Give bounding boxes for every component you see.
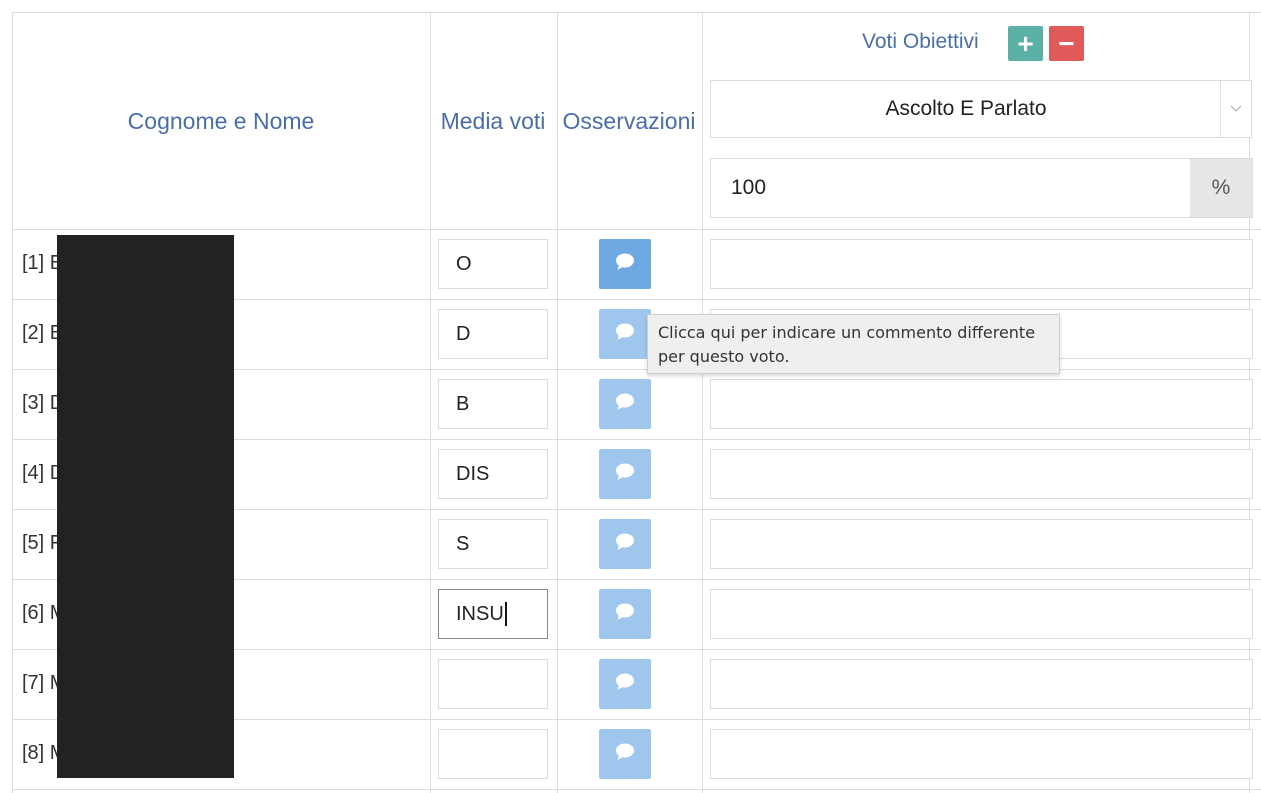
speech-bubble-icon xyxy=(614,322,636,347)
minus-icon: − xyxy=(1058,27,1075,59)
objective-grade-input[interactable] xyxy=(710,729,1253,779)
media-voti-input[interactable]: DIS xyxy=(438,449,548,499)
media-voti-input[interactable]: INSU xyxy=(438,589,548,639)
header-media-voti: Media voti xyxy=(440,107,546,134)
speech-bubble-icon xyxy=(614,742,636,767)
media-voti-input[interactable]: D xyxy=(438,309,548,359)
media-voti-value: O xyxy=(456,252,472,275)
objective-weight-input[interactable]: 100 xyxy=(711,159,1190,217)
objective-grade-input[interactable] xyxy=(710,519,1253,569)
media-voti-value: D xyxy=(456,322,471,345)
comment-button[interactable] xyxy=(599,519,651,569)
objective-grade-input[interactable] xyxy=(710,659,1253,709)
objective-grade-input[interactable] xyxy=(710,449,1253,499)
col-divider xyxy=(702,13,703,793)
comment-button[interactable] xyxy=(599,589,651,639)
speech-bubble-icon xyxy=(614,602,636,627)
text-cursor xyxy=(504,602,507,626)
media-voti-input[interactable]: B xyxy=(438,379,548,429)
speech-bubble-icon xyxy=(614,392,636,417)
plus-icon: + xyxy=(1017,27,1034,59)
objective-grade-input[interactable] xyxy=(710,239,1253,289)
media-voti-value: INSU xyxy=(456,602,504,625)
media-voti-value: S xyxy=(456,532,470,555)
media-voti-value: B xyxy=(456,392,470,415)
redacted-names xyxy=(57,235,234,778)
header-cognome-nome: Cognome e Nome xyxy=(127,107,315,134)
remove-objective-button[interactable]: − xyxy=(1049,26,1084,61)
speech-bubble-icon xyxy=(614,462,636,487)
objective-weight-group: 100 % xyxy=(710,158,1253,218)
add-objective-button[interactable]: + xyxy=(1008,26,1043,61)
header-osservazioni: Osservazioni xyxy=(562,107,696,134)
header-voti-obiettivi: Voti Obiettivi xyxy=(862,30,979,53)
comment-button[interactable] xyxy=(599,379,651,429)
media-voti-input[interactable]: S xyxy=(438,519,548,569)
objective-grade-input[interactable] xyxy=(710,589,1253,639)
tooltip-line-2: per questo voto. xyxy=(658,347,790,366)
media-voti-input[interactable]: O xyxy=(438,239,548,289)
tooltip-line-1: Clicca qui per indicare un commento diff… xyxy=(658,323,1036,342)
media-voti-input[interactable] xyxy=(438,729,548,779)
speech-bubble-icon xyxy=(614,252,636,277)
comment-button[interactable] xyxy=(599,449,651,499)
media-voti-input[interactable] xyxy=(438,659,548,709)
comment-button[interactable] xyxy=(599,659,651,709)
media-voti-value: DIS xyxy=(456,462,490,485)
objective-select[interactable]: Ascolto E Parlato xyxy=(710,80,1252,138)
chevron-down-icon xyxy=(1220,81,1251,137)
comment-button[interactable] xyxy=(599,309,651,359)
speech-bubble-icon xyxy=(614,532,636,557)
objective-select-value: Ascolto E Parlato xyxy=(885,97,1047,120)
student-name: [5] F xyxy=(22,532,63,554)
speech-bubble-icon xyxy=(614,672,636,697)
row-divider xyxy=(13,789,1261,790)
comment-tooltip: Clicca qui per indicare un commento diff… xyxy=(647,314,1060,374)
comment-button[interactable] xyxy=(599,239,651,289)
objective-grade-input[interactable] xyxy=(710,379,1253,429)
comment-button[interactable] xyxy=(599,729,651,779)
row-divider xyxy=(13,229,1261,230)
percent-addon: % xyxy=(1190,159,1252,217)
